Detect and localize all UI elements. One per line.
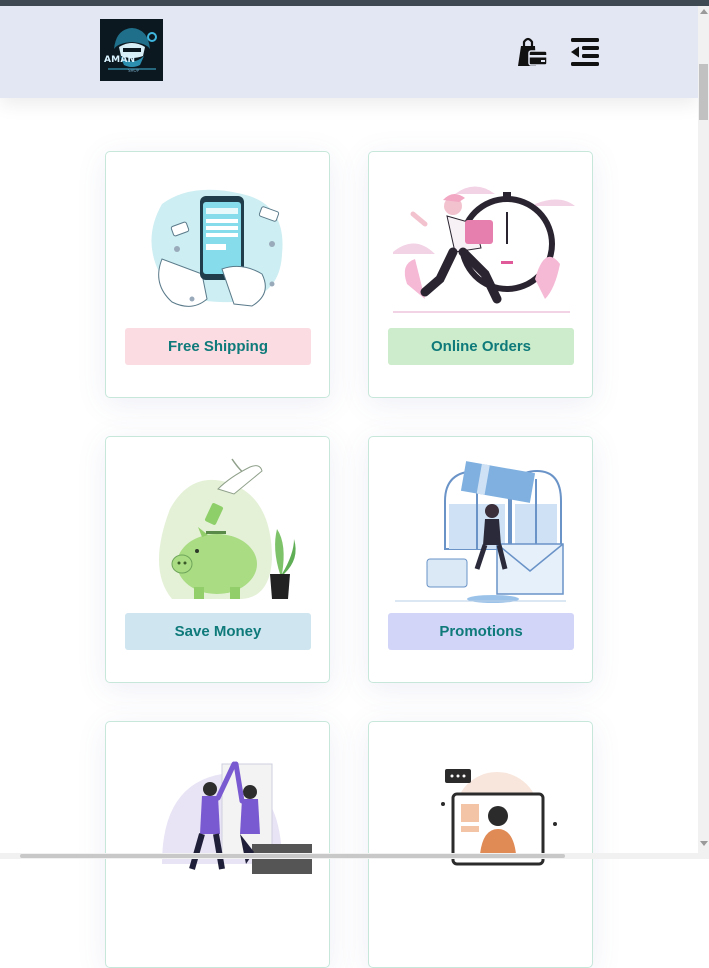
horizontal-scrollbar[interactable] <box>0 853 698 859</box>
feature-card-6 <box>368 721 593 968</box>
online-orders-button[interactable]: Online Orders <box>388 328 574 365</box>
vertical-scrollbar[interactable] <box>698 6 709 859</box>
free-shipping-button[interactable]: Free Shipping <box>125 328 311 365</box>
logo-text: AMAN <box>104 55 136 65</box>
mobile-payment-illustration <box>151 189 283 307</box>
save-money-button[interactable]: Save Money <box>125 613 311 650</box>
feature-card-promotions: Promotions <box>368 436 593 683</box>
piggy-bank-illustration <box>158 458 296 599</box>
scroll-down-arrow-icon[interactable] <box>700 841 708 846</box>
high-five-team-illustration <box>162 761 312 874</box>
vertical-scroll-thumb[interactable] <box>699 64 708 120</box>
scroll-up-arrow-icon[interactable] <box>700 9 708 14</box>
site-logo[interactable]: AMAN SHOP <box>100 19 163 81</box>
shopping-bag-icon[interactable] <box>515 35 549 69</box>
feature-card-free-shipping: Free Shipping <box>105 151 330 398</box>
gift-voucher-illustration <box>395 461 566 603</box>
promotions-button[interactable]: Promotions <box>388 613 574 650</box>
feature-card-online-orders: Online Orders <box>368 151 593 398</box>
logo-subtext: SHOP <box>128 68 140 73</box>
site-header: AMAN SHOP <box>0 6 698 98</box>
feature-card-5 <box>105 721 330 968</box>
feature-card-save-money: Save Money <box>105 436 330 683</box>
online-support-illustration <box>441 769 557 866</box>
horizontal-scroll-thumb[interactable] <box>20 854 565 858</box>
delivery-clock-illustration <box>393 186 575 313</box>
menu-toggle-icon[interactable] <box>569 37 601 67</box>
